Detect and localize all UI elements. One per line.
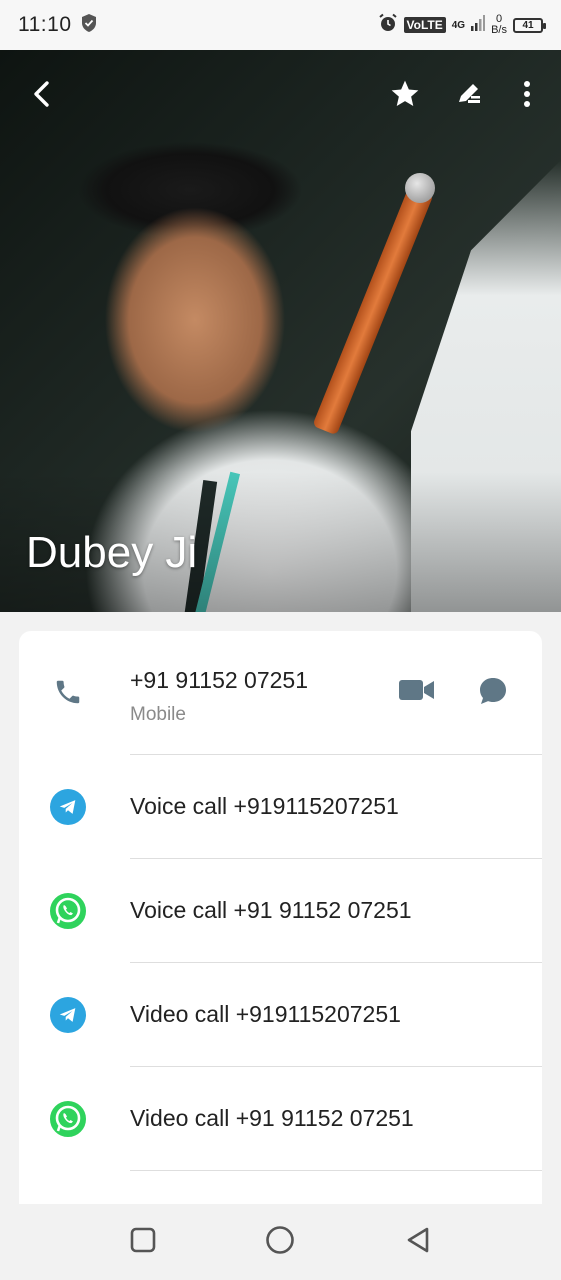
video-call-button[interactable] xyxy=(397,677,437,707)
phone-number: +91 91152 07251 xyxy=(130,667,309,693)
back-nav-button[interactable] xyxy=(402,1226,434,1258)
favorite-button[interactable] xyxy=(385,76,425,116)
divider xyxy=(130,1170,542,1171)
photo-detail xyxy=(312,184,434,436)
telegram-icon xyxy=(50,789,86,825)
photo-detail xyxy=(405,173,435,203)
action-label: Voice call +919115207251 xyxy=(130,793,399,819)
alarm-icon xyxy=(378,13,398,38)
home-button[interactable] xyxy=(264,1225,296,1260)
whatsapp-voice-call-row[interactable]: Voice call +91 91152 07251 xyxy=(19,859,542,963)
action-label: Voice call +91 91152 07251 xyxy=(130,897,412,923)
volte-badge: VoLTE xyxy=(403,17,446,33)
more-options-button[interactable] xyxy=(507,76,547,116)
phone-type: Mobile xyxy=(130,704,186,725)
phone-icon xyxy=(53,677,83,712)
status-time: 11:10 xyxy=(18,13,72,36)
telegram-icon xyxy=(50,997,86,1033)
signal-icon xyxy=(471,14,486,36)
back-button[interactable] xyxy=(22,76,62,116)
network-type: 4G xyxy=(451,19,466,31)
contact-name: Dubey Ji xyxy=(26,528,198,577)
shield-icon xyxy=(80,13,98,38)
action-label: Video call +91 91152 07251 xyxy=(130,1105,414,1131)
edit-button[interactable] xyxy=(449,76,489,116)
circle-icon xyxy=(265,1225,295,1260)
whatsapp-icon xyxy=(50,893,86,929)
system-navigation-bar xyxy=(0,1204,561,1280)
action-label: Video call +919115207251 xyxy=(130,1001,401,1027)
star-icon xyxy=(389,78,421,115)
square-icon xyxy=(130,1227,156,1258)
status-bar: 11:10 VoLTE 4G 0 B/s 41 xyxy=(0,0,561,50)
battery-icon: 41 xyxy=(513,17,546,33)
primary-phone-row[interactable]: +91 91152 07251 Mobile xyxy=(19,631,542,755)
message-icon xyxy=(478,676,508,711)
more-vert-icon xyxy=(523,80,531,113)
telegram-video-call-row[interactable]: Video call +919115207251 xyxy=(19,963,542,1067)
contact-details-card: +91 91152 07251 Mobile Voice call +91911… xyxy=(19,631,542,1231)
whatsapp-icon xyxy=(50,1101,86,1137)
network-speed: 0 B/s xyxy=(491,13,507,36)
edit-icon xyxy=(455,80,483,113)
triangle-back-icon xyxy=(405,1226,431,1259)
message-button[interactable] xyxy=(475,675,511,711)
whatsapp-video-call-row[interactable]: Video call +91 91152 07251 xyxy=(19,1067,542,1171)
recents-button[interactable] xyxy=(127,1226,159,1258)
chevron-left-icon xyxy=(30,79,54,114)
telegram-voice-call-row[interactable]: Voice call +919115207251 xyxy=(19,755,542,859)
video-camera-icon xyxy=(399,678,435,707)
